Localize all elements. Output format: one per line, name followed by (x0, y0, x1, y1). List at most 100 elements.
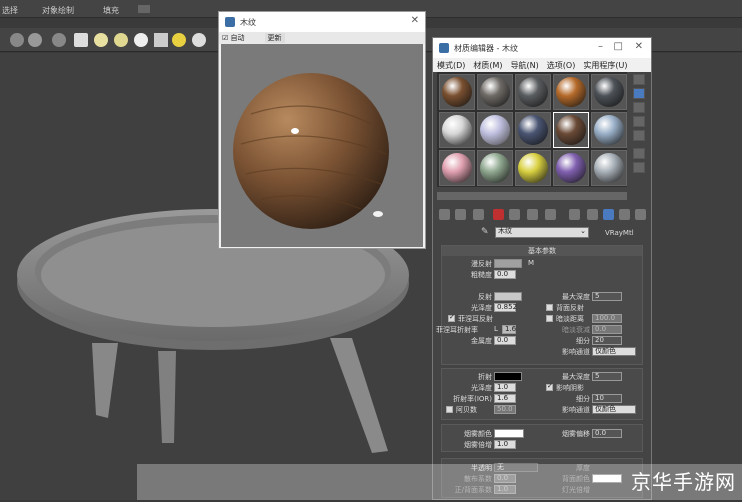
roughness-field[interactable]: 0.0 (494, 270, 516, 279)
sample-slot[interactable] (553, 74, 589, 110)
sample-slot[interactable] (477, 150, 513, 186)
close-icon[interactable]: ✕ (411, 15, 419, 26)
hemisphere-icon[interactable] (94, 33, 108, 47)
sample-slot[interactable] (553, 150, 589, 186)
reflect-gloss-field[interactable]: 0.852 (494, 303, 517, 312)
sample-slot[interactable] (591, 150, 627, 186)
material-id-icon[interactable] (569, 209, 580, 220)
light-icon[interactable] (10, 33, 24, 47)
camera-icon[interactable] (52, 33, 66, 47)
menu-navigation[interactable]: 导航(N) (511, 60, 539, 71)
refract-gloss-field[interactable]: 1.0 (494, 383, 516, 392)
dim-falloff-label: 暗淡衰减 (562, 326, 590, 334)
put-to-library-icon[interactable] (545, 209, 556, 220)
reset-map-icon[interactable] (493, 209, 504, 220)
menu-utilities[interactable]: 实用程序(U) (583, 60, 627, 71)
menu-populate[interactable]: 填充 (103, 5, 119, 16)
reflect-max-depth-field[interactable]: 5 (592, 292, 622, 301)
refract-ior-field[interactable]: 1.6 (494, 394, 516, 403)
menu-dropdown-icon[interactable] (138, 5, 150, 13)
box-icon[interactable] (74, 33, 88, 47)
diffuse-map-button[interactable]: M (528, 259, 534, 267)
auto-checkbox[interactable]: ☑ 自动 (222, 33, 245, 43)
refract-affect-dropdown[interactable]: 仅颜色 (592, 405, 636, 414)
eyedropper-icon[interactable]: ✎ (481, 227, 493, 237)
reflect-affect-dropdown[interactable]: 仅颜色 (592, 347, 636, 356)
dome-light-icon[interactable] (192, 33, 206, 47)
back-reflect-checkbox[interactable] (546, 304, 553, 311)
dim-falloff-field[interactable]: 0.0 (592, 325, 622, 334)
uv-tiling-icon[interactable] (633, 116, 645, 127)
menu-material[interactable]: 材质(M) (473, 60, 502, 71)
fresnel-ior-field[interactable]: 1.6 (502, 325, 516, 334)
put-to-scene-icon[interactable] (455, 209, 466, 220)
close-icon[interactable]: ✕ (635, 41, 643, 52)
sphere-icon[interactable] (134, 33, 148, 47)
assign-to-selection-icon[interactable] (473, 209, 484, 220)
material-sphere (480, 153, 510, 183)
sample-slot[interactable] (591, 74, 627, 110)
update-button[interactable]: 更新 (264, 33, 285, 43)
background-icon[interactable] (633, 102, 645, 113)
sample-slot[interactable] (515, 74, 551, 110)
sun-light-icon[interactable] (172, 33, 186, 47)
sample-slot[interactable] (477, 74, 513, 110)
sample-type-icon[interactable] (633, 74, 645, 85)
sample-slot[interactable] (553, 112, 589, 148)
go-parent-icon[interactable] (619, 209, 630, 220)
me-title: 材质编辑器 - 木纹 (454, 43, 518, 53)
cone-icon[interactable] (154, 33, 168, 47)
video-color-icon[interactable] (633, 130, 645, 141)
fresnel-ior-lock[interactable]: L (494, 325, 498, 333)
material-sphere (480, 115, 510, 145)
dim-distance-checkbox[interactable] (546, 315, 553, 322)
refract-subdiv-field[interactable]: 10 (592, 394, 622, 403)
menu-select[interactable]: 选择 (2, 5, 18, 16)
sample-slot[interactable] (439, 112, 475, 148)
backlight-icon[interactable] (633, 88, 645, 99)
sample-slot[interactable] (477, 112, 513, 148)
slot-scrollbar[interactable] (437, 192, 627, 200)
get-material-icon[interactable] (439, 209, 450, 220)
abbe-label: 阿贝数 (456, 406, 477, 414)
maximize-icon[interactable]: □ (614, 41, 623, 52)
abbe-field[interactable]: 50.0 (494, 405, 516, 414)
minimize-icon[interactable]: – (598, 41, 603, 52)
material-name-field[interactable]: 木纹 ⌄ (495, 227, 589, 238)
abbe-checkbox[interactable] (446, 406, 453, 413)
options-icon[interactable] (633, 162, 645, 173)
sun-icon[interactable] (28, 33, 42, 47)
material-sphere (442, 77, 472, 107)
sample-slot[interactable] (515, 150, 551, 186)
menu-options[interactable]: 选项(O) (547, 60, 576, 71)
roughness-label: 粗糙度 (471, 271, 492, 279)
rollout-title[interactable]: 基本参数 (442, 246, 642, 256)
sample-slot[interactable] (515, 112, 551, 148)
menu-mode[interactable]: 模式(D) (437, 60, 465, 71)
affect-shadows-checkbox[interactable] (546, 382, 553, 391)
app-icon (439, 43, 449, 53)
unique-icon[interactable] (527, 209, 538, 220)
go-sibling-icon[interactable] (635, 209, 646, 220)
dim-distance-field[interactable]: 100.0 (592, 314, 622, 323)
show-map-icon[interactable] (587, 209, 598, 220)
make-preview-icon[interactable] (633, 148, 645, 159)
show-shaded-icon[interactable] (603, 209, 614, 220)
torus-icon[interactable] (114, 33, 128, 47)
sample-slot[interactable] (439, 150, 475, 186)
sample-slot[interactable] (591, 112, 627, 148)
diffuse-swatch[interactable] (494, 259, 522, 268)
copy-material-icon[interactable] (509, 209, 520, 220)
sample-slot[interactable] (439, 74, 475, 110)
metalness-field[interactable]: 0.0 (494, 336, 516, 345)
material-type-button[interactable]: VRayMtl (605, 229, 634, 237)
refract-max-depth-field[interactable]: 5 (592, 372, 622, 381)
fog-color-swatch[interactable] (494, 429, 524, 438)
fog-mult-field[interactable]: 1.0 (494, 440, 516, 449)
menu-object-paint[interactable]: 对象绘制 (42, 5, 74, 16)
fresnel-checkbox[interactable] (448, 313, 455, 322)
fog-bias-field[interactable]: 0.0 (592, 429, 622, 438)
reflect-swatch[interactable] (494, 292, 522, 301)
refract-swatch[interactable] (494, 372, 522, 381)
reflect-subdiv-field[interactable]: 20 (592, 336, 622, 345)
